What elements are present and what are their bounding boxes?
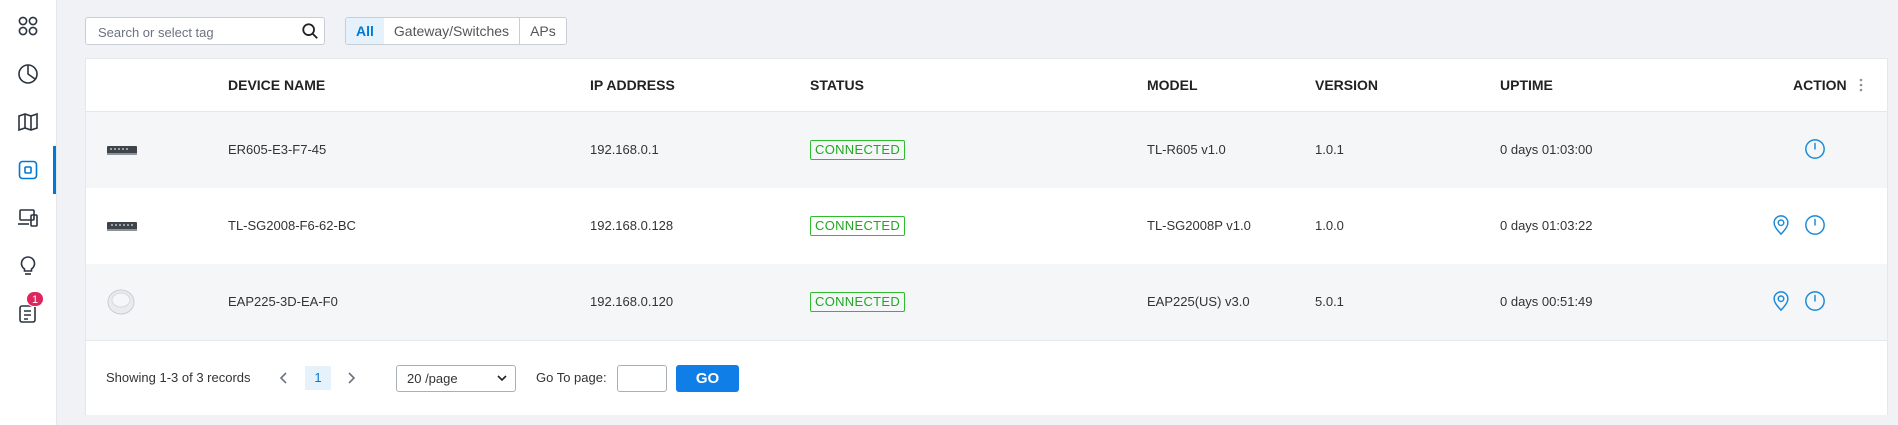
filter-aps[interactable]: APs	[520, 18, 566, 44]
header-device-name[interactable]: DEVICE NAME	[228, 59, 325, 111]
status-badge: CONNECTED	[810, 291, 906, 312]
nav-statistics[interactable]	[0, 50, 56, 98]
ip-address: 192.168.0.128	[590, 218, 674, 233]
goto-page-input[interactable]	[617, 365, 667, 392]
model: TL-SG2008P v1.0	[1147, 218, 1251, 233]
filter-gateway-switches[interactable]: Gateway/Switches	[383, 18, 521, 44]
chevron-left-icon	[279, 372, 287, 384]
goto-label: Go To page:	[536, 370, 607, 385]
switch-image	[106, 188, 138, 264]
device-table: DEVICE NAME IP ADDRESS STATUS MODEL VERS…	[85, 58, 1888, 415]
status-badge: CONNECTED	[810, 215, 906, 236]
power-icon[interactable]	[1804, 138, 1826, 160]
chevron-right-icon	[348, 372, 356, 384]
page-size-select[interactable]: 20 /page	[396, 365, 516, 392]
version: 5.0.1	[1315, 294, 1344, 309]
map-icon	[18, 112, 38, 132]
model: EAP225(US) v3.0	[1147, 294, 1250, 309]
column-settings-icon[interactable]	[1858, 77, 1864, 93]
status-badge: CONNECTED	[810, 139, 906, 160]
search-input[interactable]	[96, 18, 290, 46]
page-size-value: 20 /page	[407, 371, 458, 386]
tag-search	[85, 17, 325, 46]
table-row[interactable]: ER605-E3-F7-45 192.168.0.1 CONNECTED TL-…	[86, 112, 1887, 188]
device-name[interactable]: ER605-E3-F7-45	[228, 112, 326, 188]
statistics-icon	[18, 64, 38, 84]
device-name[interactable]: EAP225-3D-EA-F0	[228, 264, 338, 340]
insight-icon	[20, 256, 36, 275]
power-icon[interactable]	[1804, 214, 1826, 236]
uptime: 0 days 00:51:49	[1500, 294, 1593, 309]
uptime: 0 days 01:03:22	[1500, 218, 1593, 233]
version: 1.0.1	[1315, 142, 1344, 157]
locate-icon[interactable]	[1770, 290, 1792, 312]
header-uptime[interactable]: UPTIME	[1500, 59, 1553, 111]
model: TL-R605 v1.0	[1147, 142, 1226, 157]
header-model[interactable]: MODEL	[1147, 59, 1198, 111]
power-icon[interactable]	[1804, 290, 1826, 312]
locate-icon[interactable]	[1770, 214, 1792, 236]
chevron-down-icon	[497, 375, 507, 382]
records-summary: Showing 1-3 of 3 records	[106, 370, 251, 385]
nav-insight[interactable]	[0, 242, 56, 290]
header-version[interactable]: VERSION	[1315, 59, 1378, 111]
nav-logs[interactable]: 1	[0, 290, 56, 338]
nav-clients[interactable]	[0, 194, 56, 242]
ip-address: 192.168.0.1	[590, 142, 659, 157]
table-header: DEVICE NAME IP ADDRESS STATUS MODEL VERS…	[86, 59, 1887, 112]
header-status[interactable]: STATUS	[810, 59, 864, 111]
status-cell: CONNECTED	[810, 188, 906, 264]
filter-all[interactable]: All	[345, 18, 385, 44]
next-page-button[interactable]	[340, 367, 362, 389]
search-icon[interactable]	[301, 22, 319, 40]
go-button[interactable]: GO	[676, 365, 739, 392]
prev-page-button[interactable]	[273, 367, 295, 389]
sidebar: 1	[0, 0, 57, 425]
table-row[interactable]: TL-SG2008-F6-62-BC 192.168.0.128 CONNECT…	[86, 188, 1887, 264]
status-cell: CONNECTED	[810, 112, 906, 188]
version: 1.0.0	[1315, 218, 1344, 233]
device-name[interactable]: TL-SG2008-F6-62-BC	[228, 188, 356, 264]
uptime: 0 days 01:03:00	[1500, 142, 1593, 157]
device-type-filter: All Gateway/Switches APs	[345, 17, 567, 45]
nav-devices[interactable]	[0, 146, 56, 194]
nav-dashboard[interactable]	[0, 2, 56, 50]
gateway-image	[106, 112, 138, 188]
access-point-image	[106, 264, 136, 340]
clients-icon	[18, 209, 38, 227]
status-cell: CONNECTED	[810, 264, 906, 340]
pagination: Showing 1-3 of 3 records 1 20 /page Go T…	[86, 340, 1887, 415]
table-row[interactable]: EAP225-3D-EA-F0 192.168.0.120 CONNECTED …	[86, 264, 1887, 340]
ip-address: 192.168.0.120	[590, 294, 674, 309]
logs-badge: 1	[26, 291, 45, 307]
header-ip-address[interactable]: IP ADDRESS	[590, 59, 675, 111]
page-number[interactable]: 1	[305, 366, 331, 390]
header-action: ACTION	[1793, 77, 1847, 93]
dashboard-icon	[18, 16, 38, 36]
nav-map[interactable]	[0, 98, 56, 146]
devices-icon	[18, 160, 38, 180]
